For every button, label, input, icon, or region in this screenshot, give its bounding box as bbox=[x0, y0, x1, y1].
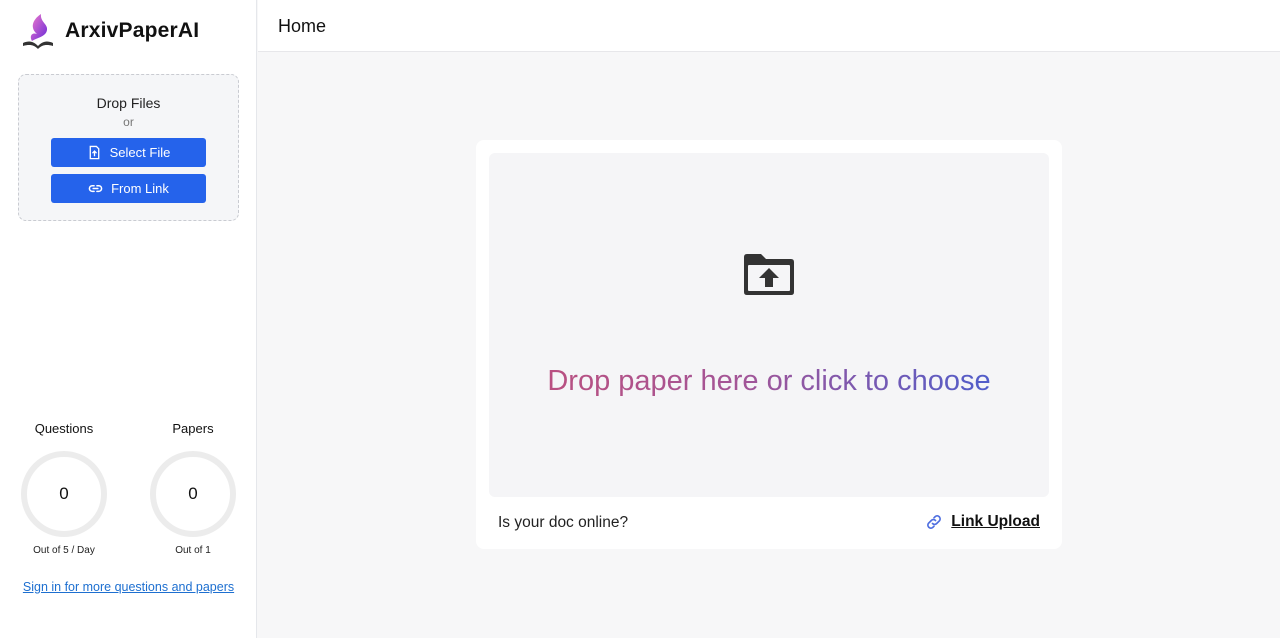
questions-label: Questions bbox=[34, 421, 94, 436]
paper-dropzone[interactable]: Drop paper here or click to choose bbox=[489, 153, 1049, 497]
questions-limit: Out of 5 / Day bbox=[33, 545, 95, 556]
folder-upload-icon bbox=[744, 254, 794, 295]
papers-count: 0 bbox=[188, 484, 198, 503]
select-file-label: Select File bbox=[109, 145, 171, 160]
file-upload-icon bbox=[89, 145, 100, 160]
online-question: Is your doc online? bbox=[498, 514, 629, 531]
papers-ring: 0 bbox=[150, 451, 236, 537]
app-name: ArxivPaperAI bbox=[65, 19, 200, 42]
papers-limit: Out of 1 bbox=[175, 545, 211, 556]
link-upload-button[interactable]: Link Upload bbox=[924, 512, 1040, 532]
drop-prompt: Drop paper here or click to choose bbox=[489, 365, 1049, 398]
from-link-button[interactable]: From Link bbox=[51, 174, 206, 203]
link-upload-label: Link Upload bbox=[951, 513, 1040, 530]
from-link-label: From Link bbox=[111, 181, 169, 196]
dropzone-title: Drop Files bbox=[96, 95, 161, 111]
link-upload-icon bbox=[927, 515, 942, 529]
logo[interactable]: ArxivPaperAI bbox=[20, 12, 199, 50]
select-file-button[interactable]: Select File bbox=[51, 138, 206, 167]
sidebar: ArxivPaperAI Drop Files or Select File F… bbox=[0, 0, 257, 638]
papers-stat: Papers 0 Out of 1 bbox=[148, 421, 238, 556]
top-header: Home bbox=[258, 0, 1280, 52]
upload-card: Drop paper here or click to choose Is yo… bbox=[476, 140, 1062, 549]
questions-count: 0 bbox=[59, 484, 69, 503]
page-title: Home bbox=[278, 16, 327, 36]
sign-in-link[interactable]: Sign in for more questions and papers bbox=[0, 580, 257, 594]
logo-icon bbox=[23, 14, 53, 49]
questions-ring: 0 bbox=[21, 451, 107, 537]
dropzone-or: or bbox=[123, 115, 134, 129]
link-icon bbox=[88, 184, 103, 193]
file-dropzone[interactable]: Drop Files or Select File From Link bbox=[18, 74, 239, 221]
papers-label: Papers bbox=[172, 421, 214, 436]
questions-stat: Questions 0 Out of 5 / Day bbox=[19, 421, 109, 556]
